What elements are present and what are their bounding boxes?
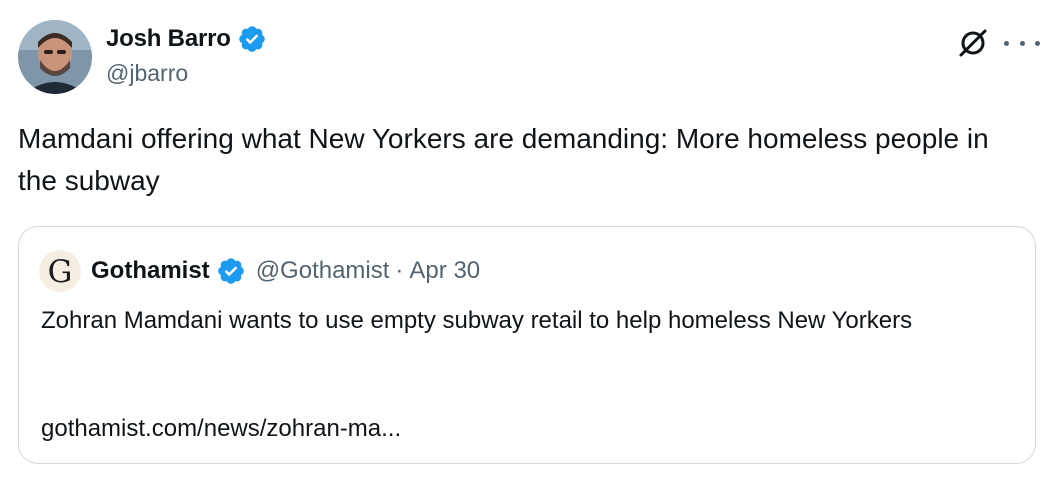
quoted-tweet-date[interactable]: Apr 30 [409, 257, 480, 285]
more-options-icon[interactable] [1004, 26, 1040, 60]
grok-icon[interactable] [956, 26, 990, 60]
verified-badge-icon [238, 26, 265, 52]
quoted-tweet-header: G Gothamist @Gothamist · Apr 30 [39, 250, 480, 292]
avatar-image [18, 20, 92, 94]
tweet-text: Mamdani offering what New Yorkers are de… [18, 123, 989, 196]
tweet: Josh Barro @jbarro Mamdani offering what… [0, 0, 1058, 480]
quoted-author-avatar[interactable]: G [39, 250, 81, 292]
author-avatar[interactable] [18, 20, 92, 94]
quoted-tweet[interactable]: G Gothamist @Gothamist · Apr 30 Zohran M… [18, 226, 1036, 464]
author-info: Josh Barro @jbarro [106, 22, 267, 87]
separator-dot: · [395, 257, 404, 284]
quoted-author-handle[interactable]: @Gothamist [256, 257, 390, 285]
gothamist-logo: G [47, 253, 73, 290]
more-dot [1035, 40, 1040, 46]
author-name-row: Josh Barro [106, 22, 267, 56]
quoted-tweet-link[interactable]: gothamist.com/news/zohran-ma... [41, 411, 401, 447]
quoted-author-name[interactable]: Gothamist [91, 257, 210, 285]
more-dot [1004, 40, 1009, 46]
author-display-name[interactable]: Josh Barro [106, 25, 231, 53]
verified-badge-icon [217, 258, 244, 284]
author-handle[interactable]: @jbarro [106, 60, 267, 87]
quoted-tweet-text: Zohran Mamdani wants to use empty subway… [41, 307, 913, 334]
more-dot [1019, 40, 1025, 46]
grok-glyph [959, 29, 987, 57]
